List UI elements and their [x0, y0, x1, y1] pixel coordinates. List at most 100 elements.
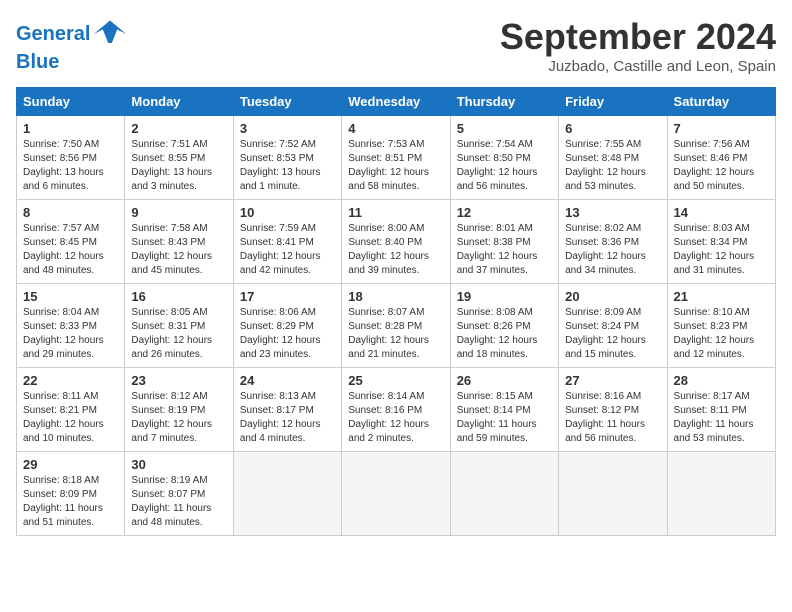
day-number: 27: [565, 373, 660, 388]
day-number: 26: [457, 373, 552, 388]
calendar-title-block: September 2024 Juzbado, Castille and Leo…: [500, 16, 776, 75]
calendar-title: September 2024: [500, 16, 776, 58]
day-cell: 12 Sunrise: 8:01 AM Sunset: 8:38 PM Dayl…: [450, 200, 558, 284]
page-header: General Blue September 2024 Juzbado, Cas…: [16, 16, 776, 75]
day-info: Sunrise: 7:52 AM Sunset: 8:53 PM Dayligh…: [240, 138, 335, 194]
day-info: Sunrise: 7:53 AM Sunset: 8:51 PM Dayligh…: [348, 138, 443, 194]
day-cell: 13 Sunrise: 8:02 AM Sunset: 8:36 PM Dayl…: [559, 200, 667, 284]
day-info: Sunrise: 8:11 AM Sunset: 8:21 PM Dayligh…: [23, 390, 118, 446]
day-cell: 27 Sunrise: 8:16 AM Sunset: 8:12 PM Dayl…: [559, 368, 667, 452]
day-info: Sunrise: 8:10 AM Sunset: 8:23 PM Dayligh…: [674, 306, 769, 362]
day-info: Sunrise: 7:59 AM Sunset: 8:41 PM Dayligh…: [240, 222, 335, 278]
day-number: 13: [565, 205, 660, 220]
day-cell: 22 Sunrise: 8:11 AM Sunset: 8:21 PM Dayl…: [17, 368, 125, 452]
logo-general: General: [16, 24, 90, 44]
day-info: Sunrise: 7:51 AM Sunset: 8:55 PM Dayligh…: [131, 138, 226, 194]
day-info: Sunrise: 7:57 AM Sunset: 8:45 PM Dayligh…: [23, 222, 118, 278]
header-wednesday: Wednesday: [342, 88, 450, 116]
week-row-3: 15 Sunrise: 8:04 AM Sunset: 8:33 PM Dayl…: [17, 284, 776, 368]
day-number: 1: [23, 121, 118, 136]
day-cell: [342, 452, 450, 536]
day-cell: 4 Sunrise: 7:53 AM Sunset: 8:51 PM Dayli…: [342, 116, 450, 200]
day-cell: 14 Sunrise: 8:03 AM Sunset: 8:34 PM Dayl…: [667, 200, 775, 284]
day-number: 17: [240, 289, 335, 304]
day-info: Sunrise: 7:50 AM Sunset: 8:56 PM Dayligh…: [23, 138, 118, 194]
day-cell: 5 Sunrise: 7:54 AM Sunset: 8:50 PM Dayli…: [450, 116, 558, 200]
day-info: Sunrise: 8:01 AM Sunset: 8:38 PM Dayligh…: [457, 222, 552, 278]
day-number: 16: [131, 289, 226, 304]
day-info: Sunrise: 8:03 AM Sunset: 8:34 PM Dayligh…: [674, 222, 769, 278]
day-cell: 20 Sunrise: 8:09 AM Sunset: 8:24 PM Dayl…: [559, 284, 667, 368]
day-cell: 23 Sunrise: 8:12 AM Sunset: 8:19 PM Dayl…: [125, 368, 233, 452]
day-number: 14: [674, 205, 769, 220]
day-info: Sunrise: 8:04 AM Sunset: 8:33 PM Dayligh…: [23, 306, 118, 362]
header-sunday: Sunday: [17, 88, 125, 116]
day-number: 28: [674, 373, 769, 388]
day-number: 10: [240, 205, 335, 220]
day-cell: 28 Sunrise: 8:17 AM Sunset: 8:11 PM Dayl…: [667, 368, 775, 452]
day-info: Sunrise: 8:19 AM Sunset: 8:07 PM Dayligh…: [131, 474, 226, 530]
day-info: Sunrise: 8:18 AM Sunset: 8:09 PM Dayligh…: [23, 474, 118, 530]
day-cell: 16 Sunrise: 8:05 AM Sunset: 8:31 PM Dayl…: [125, 284, 233, 368]
day-info: Sunrise: 8:14 AM Sunset: 8:16 PM Dayligh…: [348, 390, 443, 446]
day-cell: 10 Sunrise: 7:59 AM Sunset: 8:41 PM Dayl…: [233, 200, 341, 284]
day-cell: 26 Sunrise: 8:15 AM Sunset: 8:14 PM Dayl…: [450, 368, 558, 452]
logo-bird-icon: [92, 16, 128, 52]
day-number: 19: [457, 289, 552, 304]
calendar-header-row: SundayMondayTuesdayWednesdayThursdayFrid…: [17, 88, 776, 116]
day-info: Sunrise: 7:58 AM Sunset: 8:43 PM Dayligh…: [131, 222, 226, 278]
day-number: 21: [674, 289, 769, 304]
day-cell: 18 Sunrise: 8:07 AM Sunset: 8:28 PM Dayl…: [342, 284, 450, 368]
day-info: Sunrise: 8:13 AM Sunset: 8:17 PM Dayligh…: [240, 390, 335, 446]
header-saturday: Saturday: [667, 88, 775, 116]
day-number: 12: [457, 205, 552, 220]
day-number: 23: [131, 373, 226, 388]
day-number: 8: [23, 205, 118, 220]
day-number: 25: [348, 373, 443, 388]
day-cell: 8 Sunrise: 7:57 AM Sunset: 8:45 PM Dayli…: [17, 200, 125, 284]
day-number: 4: [348, 121, 443, 136]
day-cell: [667, 452, 775, 536]
day-number: 7: [674, 121, 769, 136]
day-number: 18: [348, 289, 443, 304]
day-cell: 6 Sunrise: 7:55 AM Sunset: 8:48 PM Dayli…: [559, 116, 667, 200]
day-info: Sunrise: 8:06 AM Sunset: 8:29 PM Dayligh…: [240, 306, 335, 362]
day-number: 20: [565, 289, 660, 304]
day-cell: 9 Sunrise: 7:58 AM Sunset: 8:43 PM Dayli…: [125, 200, 233, 284]
day-number: 29: [23, 457, 118, 472]
day-cell: 19 Sunrise: 8:08 AM Sunset: 8:26 PM Dayl…: [450, 284, 558, 368]
logo-blue: Blue: [16, 52, 59, 72]
day-info: Sunrise: 8:12 AM Sunset: 8:19 PM Dayligh…: [131, 390, 226, 446]
day-number: 3: [240, 121, 335, 136]
day-info: Sunrise: 8:02 AM Sunset: 8:36 PM Dayligh…: [565, 222, 660, 278]
day-number: 9: [131, 205, 226, 220]
day-cell: 3 Sunrise: 7:52 AM Sunset: 8:53 PM Dayli…: [233, 116, 341, 200]
week-row-1: 1 Sunrise: 7:50 AM Sunset: 8:56 PM Dayli…: [17, 116, 776, 200]
day-info: Sunrise: 8:05 AM Sunset: 8:31 PM Dayligh…: [131, 306, 226, 362]
day-info: Sunrise: 8:00 AM Sunset: 8:40 PM Dayligh…: [348, 222, 443, 278]
day-cell: 7 Sunrise: 7:56 AM Sunset: 8:46 PM Dayli…: [667, 116, 775, 200]
day-cell: 24 Sunrise: 8:13 AM Sunset: 8:17 PM Dayl…: [233, 368, 341, 452]
day-info: Sunrise: 8:16 AM Sunset: 8:12 PM Dayligh…: [565, 390, 660, 446]
day-cell: [559, 452, 667, 536]
day-number: 2: [131, 121, 226, 136]
calendar-table: SundayMondayTuesdayWednesdayThursdayFrid…: [16, 87, 776, 536]
logo: General Blue: [16, 16, 128, 72]
day-cell: 15 Sunrise: 8:04 AM Sunset: 8:33 PM Dayl…: [17, 284, 125, 368]
day-info: Sunrise: 8:09 AM Sunset: 8:24 PM Dayligh…: [565, 306, 660, 362]
day-cell: 17 Sunrise: 8:06 AM Sunset: 8:29 PM Dayl…: [233, 284, 341, 368]
calendar-subtitle: Juzbado, Castille and Leon, Spain: [500, 58, 776, 75]
day-cell: 25 Sunrise: 8:14 AM Sunset: 8:16 PM Dayl…: [342, 368, 450, 452]
header-tuesday: Tuesday: [233, 88, 341, 116]
day-info: Sunrise: 8:17 AM Sunset: 8:11 PM Dayligh…: [674, 390, 769, 446]
header-friday: Friday: [559, 88, 667, 116]
day-cell: 11 Sunrise: 8:00 AM Sunset: 8:40 PM Dayl…: [342, 200, 450, 284]
day-cell: 1 Sunrise: 7:50 AM Sunset: 8:56 PM Dayli…: [17, 116, 125, 200]
day-info: Sunrise: 8:08 AM Sunset: 8:26 PM Dayligh…: [457, 306, 552, 362]
day-cell: 2 Sunrise: 7:51 AM Sunset: 8:55 PM Dayli…: [125, 116, 233, 200]
header-thursday: Thursday: [450, 88, 558, 116]
day-cell: 29 Sunrise: 8:18 AM Sunset: 8:09 PM Dayl…: [17, 452, 125, 536]
day-info: Sunrise: 8:15 AM Sunset: 8:14 PM Dayligh…: [457, 390, 552, 446]
day-info: Sunrise: 7:56 AM Sunset: 8:46 PM Dayligh…: [674, 138, 769, 194]
header-monday: Monday: [125, 88, 233, 116]
